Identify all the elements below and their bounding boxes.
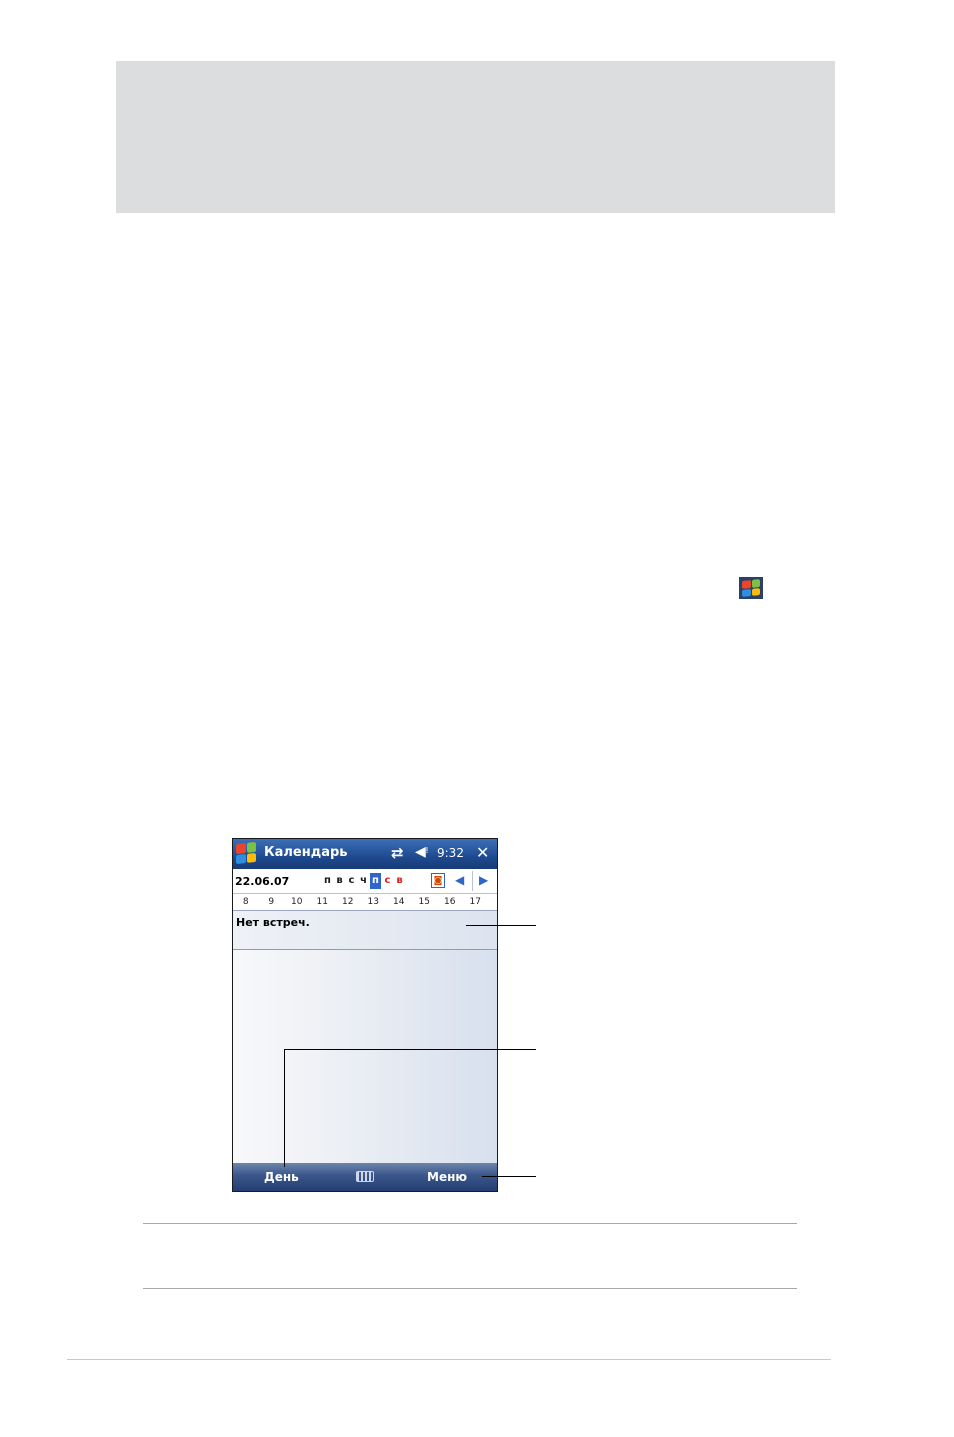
appointments-summary[interactable]: Нет встреч.	[233, 911, 497, 950]
weekday-mon[interactable]: п	[322, 873, 333, 889]
hour-label: 14	[393, 897, 405, 907]
note-divider-top	[143, 1223, 797, 1224]
arrow-left-icon[interactable]: ◀	[455, 873, 464, 887]
weekday-sun[interactable]: в	[394, 873, 405, 889]
weekday-thu[interactable]: ч	[358, 873, 369, 889]
no-appointments-text: Нет встреч.	[236, 916, 310, 929]
weekday-wed[interactable]: с	[346, 873, 357, 889]
callout-line-menu	[482, 1176, 536, 1177]
hour-label: 12	[342, 897, 354, 907]
weekday-sat[interactable]: с	[382, 873, 393, 889]
hour-label: 11	[316, 897, 328, 907]
calendar-today-icon[interactable]: ◙	[431, 873, 445, 888]
connectivity-icon[interactable]: ⇄	[391, 844, 404, 862]
hour-scale: 8 9 10 11 12 13 14 15 16 17	[233, 894, 497, 911]
hour-label: 15	[418, 897, 430, 907]
arrow-right-icon[interactable]: ▶	[479, 873, 488, 887]
callout-line-day-horizontal	[284, 1049, 536, 1050]
device-screen: Календарь ⇄ ◀ᵎ 9:32 ✕ 22.06.07 п в с ч п…	[232, 838, 498, 1192]
keyboard-icon[interactable]	[356, 1171, 374, 1182]
hour-label: 17	[469, 897, 481, 907]
volume-icon[interactable]: ◀ᵎ	[415, 844, 428, 860]
close-button[interactable]: ✕	[476, 843, 489, 862]
softkey-day[interactable]: День	[264, 1170, 299, 1184]
hour-label: 10	[291, 897, 303, 907]
footer-rule	[67, 1359, 831, 1360]
menu-bar: День Меню	[233, 1163, 497, 1191]
week-day-selector: п в с ч п с в	[322, 873, 405, 889]
windows-flag-icon	[742, 579, 760, 597]
nav-divider	[472, 871, 473, 891]
weekday-tue[interactable]: в	[334, 873, 345, 889]
start-button-icon[interactable]	[236, 841, 256, 865]
hour-label: 16	[444, 897, 456, 907]
weekday-fri-selected[interactable]: п	[370, 873, 381, 889]
hour-label: 13	[367, 897, 379, 907]
section-header-band	[116, 61, 835, 213]
softkey-menu[interactable]: Меню	[427, 1170, 467, 1184]
hour-label: 8	[242, 897, 249, 907]
app-title: Календарь	[264, 845, 348, 860]
note-divider-bottom	[143, 1288, 797, 1289]
agenda-area[interactable]	[233, 950, 497, 1164]
callout-line-day-vertical	[284, 1049, 285, 1167]
title-bar: Календарь ⇄ ◀ᵎ 9:32 ✕	[233, 839, 497, 869]
current-date: 22.06.07	[235, 875, 290, 888]
callout-line-appointments	[466, 925, 536, 926]
start-menu-icon	[739, 577, 763, 599]
date-bar: 22.06.07 п в с ч п с в ◙ ◀ ▶	[233, 869, 497, 894]
clock[interactable]: 9:32	[437, 846, 464, 860]
hour-label: 9	[268, 897, 275, 907]
